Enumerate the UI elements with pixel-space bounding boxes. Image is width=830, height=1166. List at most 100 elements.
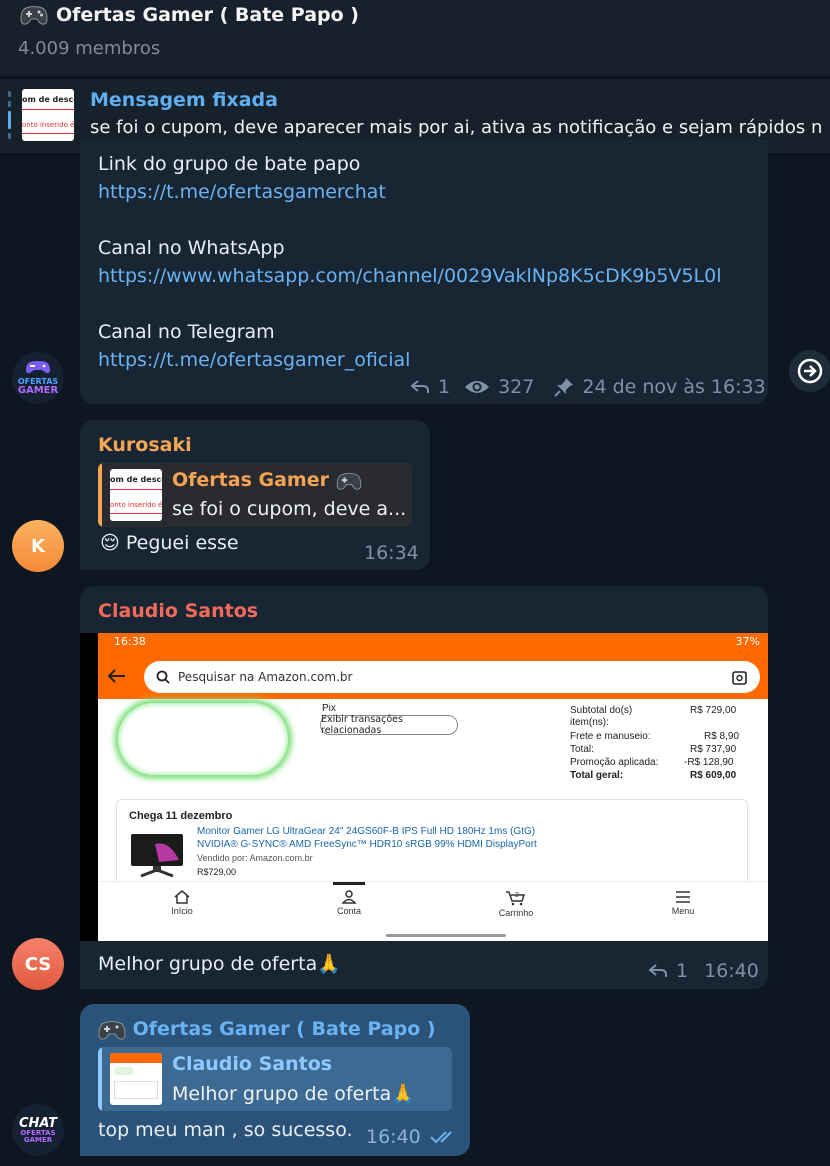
svg-text:2: 2 xyxy=(515,892,519,899)
reply-count[interactable]: 1 xyxy=(676,960,688,982)
message-line: Link do grupo de bate papo xyxy=(98,153,361,175)
product-seller: Vendido por: Amazon.com.br xyxy=(197,853,313,863)
whatsapp-channel-link[interactable]: https://www.whatsapp.com/channel/0029Vak… xyxy=(98,265,721,287)
chat-header[interactable]: Ofertas Gamer ( Bate Papo ) 4.009 membro… xyxy=(0,0,830,76)
gamepad-logo-icon xyxy=(26,361,50,374)
message-line: Canal no Telegram xyxy=(98,321,275,343)
reply-arrow-icon[interactable] xyxy=(410,379,430,395)
time-label: 16:40 xyxy=(366,1126,421,1148)
avatar-claudio[interactable]: CS xyxy=(12,938,64,990)
pinned-text: se foi o cupom, deve aparecer mais por a… xyxy=(90,117,823,138)
view-count: 327 xyxy=(498,376,535,398)
message-meta: 1 327 24 de nov às 16:33 xyxy=(410,376,766,398)
reply-text: Melhor grupo de oferta🙏 xyxy=(172,1083,415,1105)
avatar-ofertas-gamer[interactable]: OFERTAS GAMER xyxy=(12,352,64,404)
reply-preview[interactable]: Claudio Santos Melhor grupo de oferta🙏 xyxy=(98,1047,452,1111)
amazon-search-bar: Pesquisar na Amazon.com.br xyxy=(144,661,760,693)
attached-screenshot[interactable]: 16:38 37% Pesquisar na Amazon.com.br Pix… xyxy=(80,633,768,941)
summary-label: Promoção aplicada: xyxy=(570,757,659,768)
product-price: R$729,00 xyxy=(197,867,237,877)
avatar-kurosaki[interactable]: K xyxy=(12,520,64,572)
message-text: top meu man , so sucesso. xyxy=(98,1119,353,1141)
gamepad-icon xyxy=(336,472,361,490)
reply-count[interactable]: 1 xyxy=(438,376,450,398)
amazon-screenshot: 16:38 37% Pesquisar na Amazon.com.br Pix… xyxy=(98,633,768,941)
time-label: 16:34 xyxy=(364,542,419,564)
summary-value: -R$ 128,90 xyxy=(684,757,734,768)
cart-icon: 2 xyxy=(506,891,526,906)
summary-value: R$ 8,90 xyxy=(704,731,740,742)
forward-arrow-icon xyxy=(797,358,823,384)
battery-status: 37% xyxy=(735,635,760,648)
amazon-bottom-nav: Início Conta 2 Carrinho Menu xyxy=(98,881,768,941)
reply-thumbnail xyxy=(110,1053,162,1105)
nav-account: Conta xyxy=(309,890,389,916)
product-title: NVIDIA® G-SYNC® AMD FreeSync™ HDR10 sRGB… xyxy=(197,839,537,850)
avatar-logo-text: OFERTAS GAMER xyxy=(20,1128,56,1144)
message-bubble-own[interactable]: Ofertas Gamer ( Bate Papo ) Claudio Sant… xyxy=(80,1004,470,1156)
payment-method: Pix xyxy=(322,703,336,714)
gamepad-icon xyxy=(98,1020,126,1040)
pinned-thumb-text-1: om de descont xyxy=(22,95,74,104)
transactions-button: Exibir transações relacionadas xyxy=(320,714,458,736)
avatar-logo-text: CHAT xyxy=(18,1115,58,1131)
folded-hands-emoji: 🙏 xyxy=(391,1083,415,1105)
message-bubble-links[interactable]: Link do grupo de bate papo https://t.me/… xyxy=(80,140,768,404)
member-count: 4.009 membros xyxy=(18,38,161,59)
message-text-content: Peguei esse xyxy=(125,532,239,554)
double-check-icon xyxy=(430,1131,452,1144)
summary-value: R$ 737,90 xyxy=(690,744,737,755)
pin-icon xyxy=(554,378,574,397)
sender-name[interactable]: Kurosaki xyxy=(98,434,192,456)
reply-arrow-icon[interactable] xyxy=(648,963,668,979)
chat-title-text: Ofertas Gamer ( Bate Papo ) xyxy=(56,4,359,26)
pinned-label: Mensagem fixada xyxy=(90,89,278,111)
eye-icon xyxy=(465,381,490,393)
message-text-content: Melhor grupo de oferta xyxy=(98,953,318,975)
telegram-channel-link[interactable]: https://t.me/ofertasgamer_oficial xyxy=(98,349,410,371)
amazon-search-placeholder: Pesquisar na Amazon.com.br xyxy=(178,670,353,684)
chat-title[interactable]: Ofertas Gamer ( Bate Papo ) xyxy=(20,4,359,26)
back-arrow-icon xyxy=(108,669,125,683)
summary-value: R$ 729,00 xyxy=(690,705,737,716)
redacted-scribble xyxy=(118,703,288,775)
relieved-face-emoji: 😌 xyxy=(100,532,120,554)
search-icon xyxy=(156,670,170,684)
menu-icon xyxy=(676,891,690,903)
amazon-header: 16:38 37% Pesquisar na Amazon.com.br xyxy=(98,633,768,699)
summary-label: Subtotal do(s) item(ns): xyxy=(570,705,633,728)
sender-name[interactable]: Ofertas Gamer ( Bate Papo ) xyxy=(98,1018,436,1041)
forward-button[interactable] xyxy=(789,350,830,392)
avatar-logo-text: GAMER xyxy=(17,385,59,396)
summary-label: Total: xyxy=(570,744,594,755)
message-bubble-kurosaki[interactable]: Kurosaki om de descont onto inserido é i… xyxy=(80,420,430,570)
avatar-chat-group[interactable]: CHAT OFERTAS GAMER xyxy=(12,1104,64,1156)
product-title: Monitor Gamer LG UltraGear 24" 24GS60F-B… xyxy=(197,826,536,837)
telegram-chat-link[interactable]: https://t.me/ofertasgamerchat xyxy=(98,181,386,203)
nav-home: Início xyxy=(142,890,222,916)
sender-name[interactable]: Claudio Santos xyxy=(98,600,258,622)
avatar-initial: K xyxy=(31,535,45,557)
message-text: 😌 Peguei esse xyxy=(100,532,239,554)
gamepad-icon xyxy=(20,6,48,25)
message-line: Canal no WhatsApp xyxy=(98,237,285,259)
reply-text: se foi o cupom, deve a... xyxy=(172,498,407,520)
pinned-thumb-text-2: onto inserido é im xyxy=(22,121,74,129)
message-meta: 1 16:40 xyxy=(648,960,759,982)
summary-label: Total geral: xyxy=(570,770,624,781)
status-time: 16:38 xyxy=(114,635,146,648)
summary-label: Frete e manuseio: xyxy=(570,731,651,742)
nav-cart: 2 Carrinho xyxy=(498,891,534,918)
message-time: 16:34 xyxy=(364,542,419,564)
reply-preview[interactable]: om de descont onto inserido é im Ofertas… xyxy=(98,463,412,527)
summary-value: R$ 609,00 xyxy=(690,770,737,781)
camera-icon xyxy=(732,671,747,685)
folded-hands-emoji: 🙏 xyxy=(317,953,341,975)
message-meta: 16:40 xyxy=(366,1126,459,1148)
reply-title: Ofertas Gamer xyxy=(172,469,362,491)
avatar-initials: CS xyxy=(24,953,52,975)
order-card: Chega 11 dezembro Monitor Gamer LG Ultra… xyxy=(116,799,748,889)
delivery-date: Chega 11 dezembro xyxy=(129,810,233,822)
reply-thumbnail: om de descont onto inserido é im xyxy=(110,469,162,521)
monitor-image xyxy=(131,834,183,878)
